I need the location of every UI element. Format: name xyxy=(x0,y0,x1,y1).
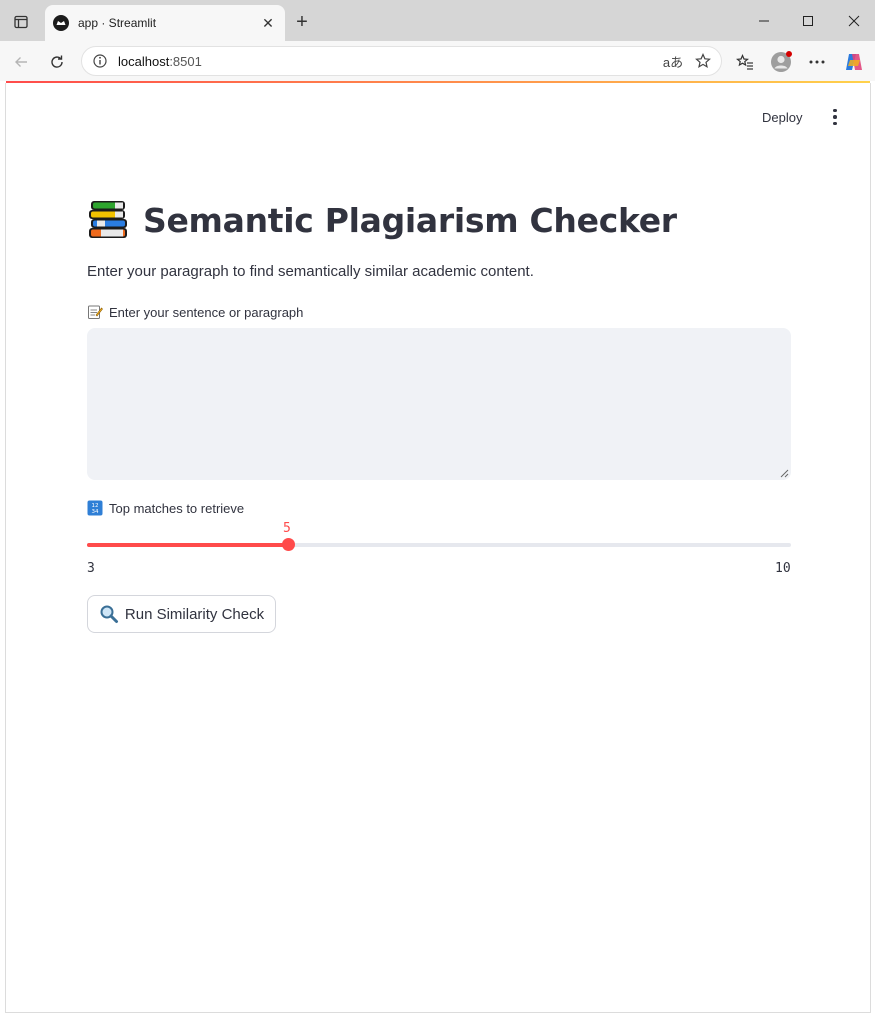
window-close-icon[interactable] xyxy=(840,8,868,34)
favorite-icon[interactable] xyxy=(691,49,715,73)
run-button-label: Run Similarity Check xyxy=(124,605,265,623)
page-header: Semantic Plagiarism Checker xyxy=(87,195,791,245)
textarea-label-text: Enter your sentence or paragraph xyxy=(109,304,304,320)
slider-track[interactable] xyxy=(87,543,791,547)
slider-fill xyxy=(87,543,288,547)
copilot-icon[interactable] xyxy=(840,48,868,76)
main-content: Semantic Plagiarism Checker Enter your p… xyxy=(87,195,791,633)
browser-tab[interactable]: app · Streamlit ✕ xyxy=(45,5,285,41)
close-icon[interactable]: ✕ xyxy=(257,12,279,34)
page-title: Semantic Plagiarism Checker xyxy=(143,200,677,240)
slider-label: 12 34 Top matches to retrieve xyxy=(87,500,244,516)
read-aloud-icon[interactable]: aあ xyxy=(661,49,685,73)
profile-icon[interactable] xyxy=(767,48,795,76)
maximize-icon[interactable] xyxy=(794,8,822,34)
page-subtitle: Enter your paragraph to find semanticall… xyxy=(87,263,534,280)
svg-text:34: 34 xyxy=(92,509,99,515)
memo-icon xyxy=(88,305,103,319)
minimize-icon[interactable] xyxy=(750,8,778,34)
slider-label-text: Top matches to retrieve xyxy=(109,500,245,516)
books-icon xyxy=(89,201,127,238)
deploy-button[interactable]: Deploy xyxy=(756,104,808,130)
back-icon[interactable] xyxy=(7,48,35,76)
streamlit-favicon-icon xyxy=(53,15,69,31)
tab-actions-icon[interactable] xyxy=(8,9,34,35)
browser-toolbar: localhost:8501 aあ xyxy=(0,41,875,81)
slider-thumb[interactable] xyxy=(282,538,295,551)
favorites-icon[interactable] xyxy=(731,48,759,76)
browser-titlebar: app · Streamlit ✕ + xyxy=(0,0,875,41)
run-similarity-check-button[interactable]: Run Similarity Check xyxy=(87,595,276,633)
magnifier-icon xyxy=(100,605,118,623)
url-port: :8501 xyxy=(169,53,202,69)
paragraph-textarea[interactable] xyxy=(87,328,791,480)
numbers-icon: 1234 xyxy=(87,500,103,516)
slider-max-label: 10 xyxy=(775,561,791,576)
address-bar[interactable]: localhost:8501 aあ xyxy=(81,46,722,76)
refresh-icon[interactable] xyxy=(43,48,71,76)
new-tab-icon[interactable]: + xyxy=(291,11,313,33)
more-icon[interactable] xyxy=(803,48,831,76)
slider-min-label: 3 xyxy=(87,561,95,576)
url-text: localhost:8501 xyxy=(118,54,661,69)
site-info-icon[interactable] xyxy=(91,52,109,70)
textarea-label: Enter your sentence or paragraph xyxy=(87,304,303,320)
resize-handle-icon[interactable] xyxy=(780,469,789,478)
url-host: localhost xyxy=(118,53,170,69)
main-menu-icon[interactable] xyxy=(822,104,848,130)
tab-title: app · Streamlit xyxy=(78,16,157,30)
slider-current-value: 5 xyxy=(283,521,291,536)
